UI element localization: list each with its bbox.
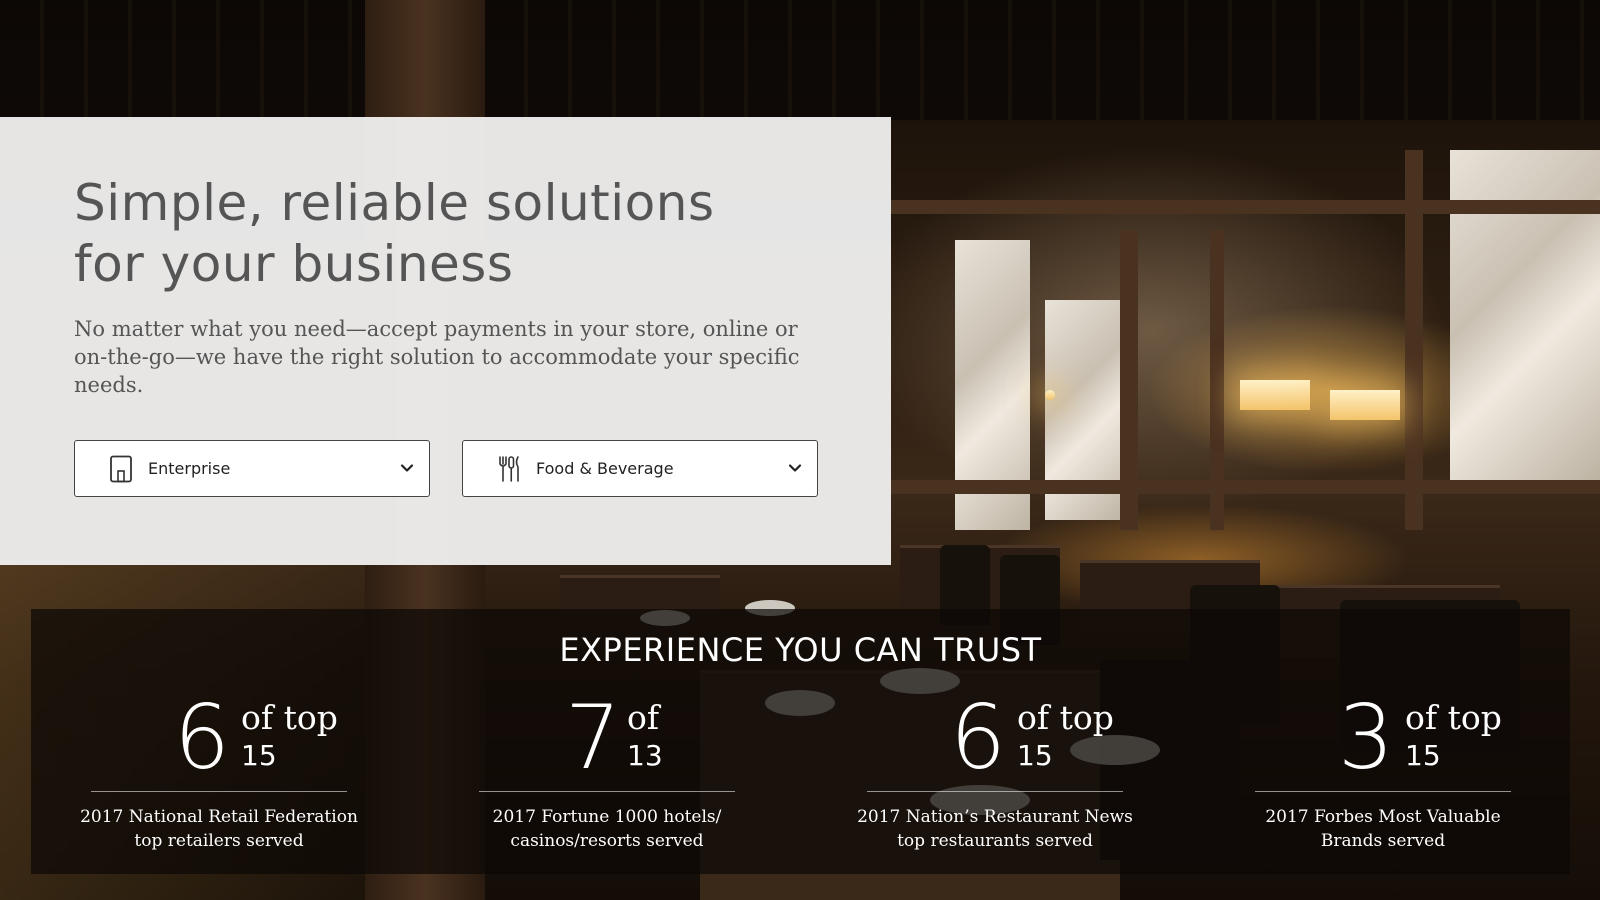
stat-of-label: of top	[241, 698, 338, 737]
stat-caption: 2017 National Retail Federation top reta…	[80, 807, 358, 851]
stat-total: 15	[241, 739, 277, 772]
stat-caption: 2017 Nation’s Restaurant News top restau…	[857, 807, 1133, 851]
experience-stats: EXPERIENCE YOU CAN TRUST 6 of top 15 201…	[31, 609, 1570, 874]
chevron-down-icon	[400, 464, 414, 472]
divider	[1255, 791, 1511, 792]
stat-item: 6 of top 15 2017 Nation’s Restaurant New…	[857, 686, 1133, 873]
divider	[91, 791, 347, 792]
stat-of-label: of top	[1405, 698, 1502, 737]
stat-of-label: of	[627, 698, 660, 737]
divider	[867, 791, 1123, 792]
stat-caption: 2017 Fortune 1000 hotels/ casinos/resort…	[492, 807, 722, 851]
stat-total: 15	[1405, 739, 1441, 772]
industry-select[interactable]: Food & Beverage	[462, 440, 818, 497]
industry-value: Food & Beverage	[536, 459, 674, 478]
hero-title: Simple, reliable solutions for your busi…	[74, 174, 715, 293]
chevron-down-icon	[788, 464, 802, 472]
stats-heading: EXPERIENCE YOU CAN TRUST	[559, 631, 1042, 669]
stat-caption: 2017 Forbes Most Valuable Brands served	[1265, 807, 1501, 851]
utensils-icon	[499, 456, 519, 482]
stat-value: 3	[1338, 686, 1394, 789]
stat-value: 7	[565, 686, 621, 789]
stat-total: 13	[627, 739, 663, 772]
stat-value: 6	[950, 686, 1006, 789]
stat-total: 15	[1017, 739, 1053, 772]
stat-of-label: of top	[1017, 698, 1114, 737]
hero-description: No matter what you need—accept payments …	[74, 317, 800, 397]
business-segment-value: Enterprise	[148, 459, 231, 478]
stat-item: 3 of top 15 2017 Forbes Most Valuable Br…	[1255, 693, 1511, 873]
business-segment-select[interactable]: Enterprise	[74, 440, 430, 497]
divider	[479, 791, 735, 792]
stat-value: 6	[174, 686, 230, 789]
hero-panel: Simple, reliable solutions for your busi…	[0, 117, 891, 565]
stat-item: 6 of top 15 2017 National Retail Federat…	[80, 686, 358, 873]
building-icon	[110, 455, 132, 483]
stat-item: 7 of 13 2017 Fortune 1000 hotels/ casino…	[479, 693, 735, 873]
